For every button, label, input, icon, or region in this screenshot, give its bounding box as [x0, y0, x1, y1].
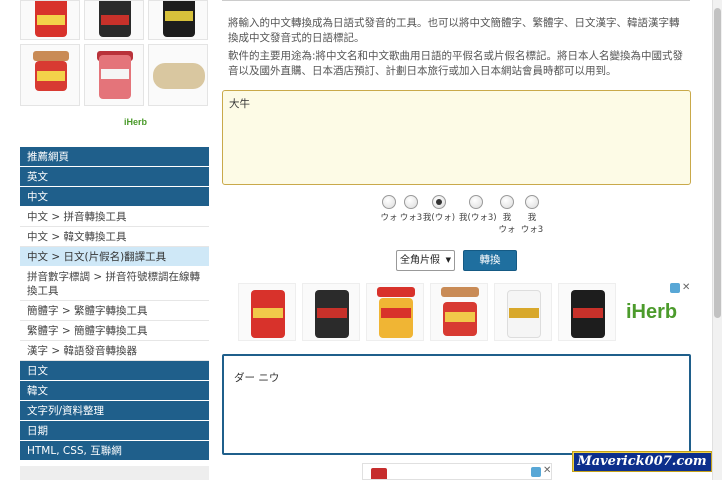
radio-label: 我 ウォ3 — [520, 213, 544, 235]
radio-label: 我(ウォ) — [422, 213, 456, 223]
sidebar-item-pinyin-tool[interactable]: 中文 > 拼音轉換工具 — [20, 207, 209, 227]
info-icon[interactable] — [531, 467, 541, 477]
japanese-output-textarea[interactable]: ダー ニウ — [222, 354, 691, 455]
product-ad-banner[interactable]: iHerb ✕ — [230, 282, 690, 343]
watermark-logo: Maverick007.com — [572, 451, 712, 472]
radio-button[interactable] — [525, 195, 539, 209]
kana-type-select[interactable]: 全角片假 ▼ — [396, 250, 455, 271]
sidebar-item-japanese-katakana-tool[interactable]: 中文 > 日文(片假名)翻譯工具 — [20, 247, 209, 267]
chinese-input-textarea[interactable]: 大牛 — [222, 90, 691, 185]
radio-label: 我(ウォ3) — [459, 213, 497, 223]
intro-paragraph-2: 軟件的主要用途為:將中文名和中文歌曲用日語的平假名或片假名標記。將日本人名變換為… — [228, 50, 684, 77]
sidebar-item-html-css[interactable]: HTML, CSS, 互聯網 — [20, 441, 209, 461]
ad-product-1[interactable] — [238, 283, 296, 341]
page: iHerb 推薦網頁 英文 中文 中文 > 拼音轉換工具 中文 > 韓文轉換工具… — [0, 0, 722, 480]
product-image-4[interactable] — [20, 44, 80, 106]
info-icon[interactable] — [670, 283, 680, 293]
radio-button[interactable] — [500, 195, 514, 209]
radio-option-kanji-ruby-wo3[interactable]: 我 ウォ3 — [515, 195, 549, 236]
left-sidebar: iHerb 推薦網頁 英文 中文 中文 > 拼音轉換工具 中文 > 韓文轉換工具… — [0, 0, 214, 480]
product-image-2[interactable] — [84, 0, 144, 40]
scrollbar-thumb[interactable] — [714, 8, 721, 318]
radio-option-kanji-wo3[interactable]: 我(ウォ3) — [459, 195, 497, 224]
ad-product-4[interactable] — [430, 283, 488, 341]
intro-paragraph-1: 將輸入的中文轉換成為日語式發音的工具。也可以將中文簡體字、繁體字、日文漢字、韓語… — [228, 17, 680, 44]
radio-button-checked[interactable] — [432, 195, 446, 209]
sidebar-nav: 推薦網頁 英文 中文 中文 > 拼音轉換工具 中文 > 韓文轉換工具 中文 > … — [20, 147, 209, 461]
sidebar-item-japanese[interactable]: 日文 — [20, 361, 209, 381]
select-value: 全角片假 — [400, 255, 440, 266]
main-content: 將輸入的中文轉換成為日語式發音的工具。也可以將中文簡體字、繁體字、日文漢字、韓語… — [222, 0, 692, 480]
radio-option-kanji-wo[interactable]: 我(ウォ) — [422, 195, 456, 224]
ad-product-5[interactable] — [494, 283, 552, 341]
product-image-6[interactable] — [148, 44, 208, 106]
sidebar-item-date[interactable]: 日期 — [20, 421, 209, 441]
sidebar-item-text-data[interactable]: 文字列/資料整理 — [20, 401, 209, 421]
sidebar-item-simplified-to-traditional[interactable]: 簡體字 > 繁體字轉換工具 — [20, 301, 209, 321]
sidebar-item-korean-tool[interactable]: 中文 > 韓文轉換工具 — [20, 227, 209, 247]
scrollbar[interactable] — [712, 0, 722, 480]
sidebar-item-english[interactable]: 英文 — [20, 167, 209, 187]
sidebar-item-pinyin-tone-tool[interactable]: 拼音數字標調 > 拼音符號標調在線轉換工具 — [20, 267, 209, 301]
radio-button[interactable] — [469, 195, 483, 209]
intro-text: 將輸入的中文轉換成為日語式發音的工具。也可以將中文簡體字、繁體字、日文漢字、韓語… — [228, 16, 688, 82]
bottom-ad-banner[interactable]: ✕ — [362, 463, 552, 480]
ad-product-3[interactable] — [366, 283, 424, 341]
sidebar-item-traditional-to-simplified[interactable]: 繁體字 > 簡體字轉換工具 — [20, 321, 209, 341]
sidebar-item-recommended[interactable]: 推薦網頁 — [20, 147, 209, 167]
product-image-1[interactable] — [20, 0, 80, 40]
iherb-logo[interactable]: iHerb — [626, 301, 677, 324]
product-image-5[interactable] — [84, 44, 144, 106]
chevron-down-icon: ▼ — [445, 256, 451, 264]
top-divider — [222, 0, 690, 1]
close-icon[interactable]: ✕ — [543, 465, 551, 476]
radio-button[interactable] — [404, 195, 418, 209]
sidebar-item-hanja-korean[interactable]: 漢字 > 韓語發音轉換器 — [20, 341, 209, 361]
sidebar-item-chinese[interactable]: 中文 — [20, 187, 209, 207]
output-format-radio-group: ウォ ウォ3 我(ウォ) 我(ウォ3) 我 ウォ 我 ウォ3 — [372, 195, 552, 243]
sidebar-item-korean[interactable]: 韓文 — [20, 381, 209, 401]
ad-product-6[interactable] — [558, 283, 616, 341]
sidebar-bottom-strip — [20, 466, 209, 480]
convert-button[interactable]: 轉換 — [463, 250, 517, 271]
ad-product-thumbnail[interactable] — [371, 468, 387, 479]
product-image-3[interactable] — [148, 0, 208, 40]
close-icon[interactable]: ✕ — [682, 282, 690, 293]
iherb-logo-small[interactable]: iHerb — [124, 117, 147, 127]
ad-product-2[interactable] — [302, 283, 360, 341]
